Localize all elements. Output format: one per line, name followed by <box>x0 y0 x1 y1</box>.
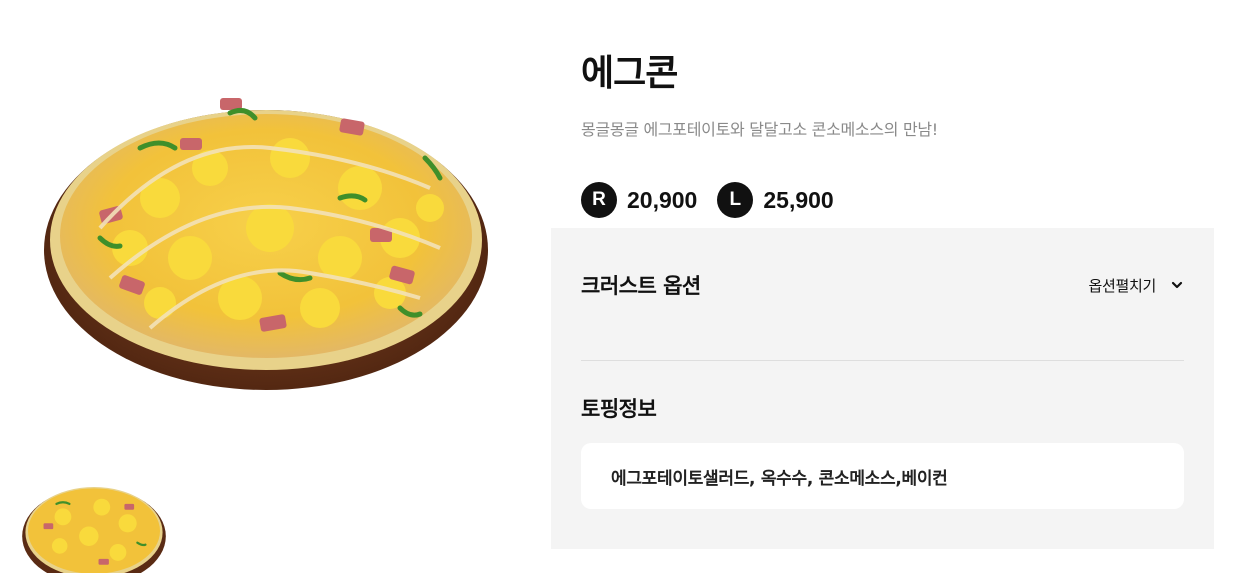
section-divider <box>581 360 1184 361</box>
options-panel: 크러스트 옵션 옵션펼치기 토핑정보 에그포테이토샐러드, 옥수수, 콘소메소스… <box>551 228 1214 549</box>
expand-options-label: 옵션펼치기 <box>1088 276 1156 295</box>
chevron-down-icon <box>1171 281 1183 289</box>
size-badge-r: R <box>581 182 617 218</box>
crust-option-header: 크러스트 옵션 옵션펼치기 <box>581 268 1184 302</box>
pizza-thumbnail[interactable] <box>22 478 166 573</box>
crust-option-title: 크러스트 옵션 <box>581 274 701 298</box>
product-detail-page: 에그콘 몽글몽글 에그포테이토와 달달고소 콘소메소스의 만남! R 20,90… <box>0 0 1241 573</box>
topping-ingredients: 에그포테이토샐러드, 옥수수, 콘소메소스,베이컨 <box>611 468 948 489</box>
price-list: R 20,900 L 25,900 <box>581 182 854 218</box>
price-value-r: 20,900 <box>627 186 698 213</box>
price-item-r: R 20,900 <box>581 182 697 218</box>
pizza-main-image <box>40 78 492 396</box>
topping-info-box: 에그포테이토샐러드, 옥수수, 콘소메소스,베이컨 <box>581 443 1184 509</box>
price-value-l: 25,900 <box>763 186 834 213</box>
product-title: 에그콘 <box>581 53 678 94</box>
size-badge-l: L <box>717 182 754 218</box>
expand-options-button[interactable]: 옵션펼치기 <box>1088 275 1184 296</box>
product-description: 몽글몽글 에그포테이토와 달달고소 콘소메소스의 만남! <box>581 120 938 139</box>
price-item-l: L 25,900 <box>717 182 834 218</box>
topping-info-title: 토핑정보 <box>581 397 657 421</box>
